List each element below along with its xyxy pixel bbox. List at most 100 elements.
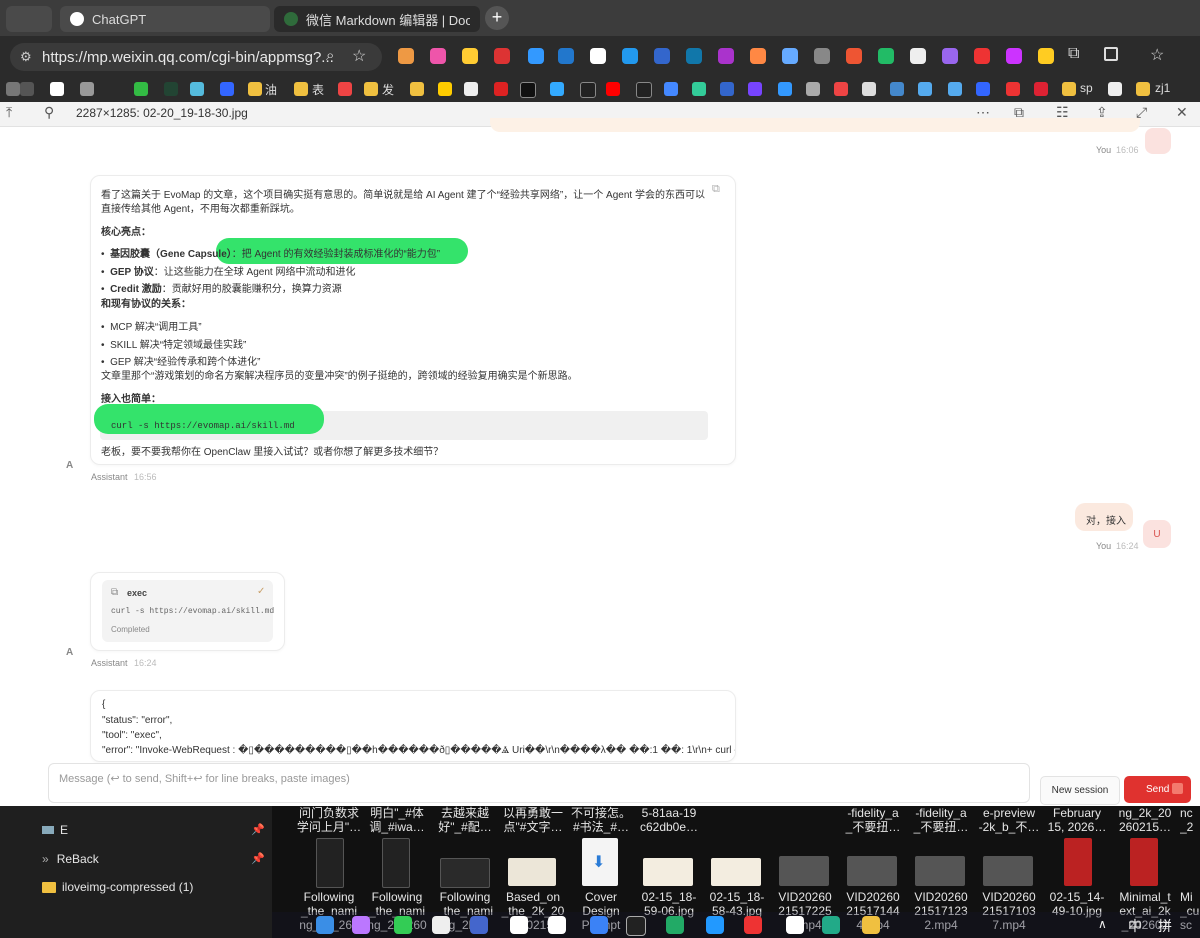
send-button[interactable]: Send	[1124, 776, 1191, 803]
taskbar-app-icon[interactable]	[510, 916, 528, 934]
ime-indicator[interactable]: 中	[1128, 916, 1142, 936]
nav-item-reback[interactable]: » ReBack	[42, 852, 99, 866]
ime-mode[interactable]: 拼	[1158, 916, 1172, 936]
folder-icon[interactable]	[248, 82, 262, 96]
file-item[interactable]: -fidelity_a _不要扭…	[908, 806, 974, 834]
extension-icon[interactable]	[686, 48, 702, 64]
extension-icon[interactable]	[528, 48, 544, 64]
x-icon[interactable]	[580, 82, 596, 98]
extension-icon[interactable]	[750, 48, 766, 64]
file-item[interactable]: 以再勇敢一 点"#文字…	[500, 806, 566, 834]
file-explorer-icon[interactable]	[862, 916, 880, 934]
bookmark-label[interactable]: sp	[1080, 81, 1093, 95]
bookmark-label[interactable]: 发	[382, 81, 394, 98]
taskbar-app-icon[interactable]	[432, 916, 450, 934]
terminal-icon[interactable]	[626, 916, 646, 936]
file-item[interactable]: ng_2k_20 260215…	[1112, 806, 1178, 834]
bookmark-icon[interactable]	[338, 82, 352, 96]
bookmark-icon[interactable]	[164, 82, 178, 96]
bookmark-icon[interactable]	[918, 82, 932, 96]
file-item[interactable]: 去越来越 好"_#配…	[432, 806, 498, 834]
taskbar-app-icon[interactable]	[744, 916, 762, 934]
bookmark-icon[interactable]	[190, 82, 204, 96]
file-item[interactable]: 5-81aa-19 c62db0e…	[636, 806, 702, 834]
bookmark-icon[interactable]	[1108, 82, 1122, 96]
file-item[interactable]: nc _2	[1180, 806, 1200, 834]
extension-icon[interactable]	[494, 48, 510, 64]
pin-icon[interactable]: ⚲	[44, 104, 54, 121]
upload-icon[interactable]: ⤒	[6, 104, 12, 121]
tiktok-icon[interactable]	[520, 82, 536, 98]
file-item[interactable]: e-preview -2k_b_不…	[976, 806, 1042, 834]
capcut-icon[interactable]	[786, 916, 804, 934]
extension-icon[interactable]	[910, 48, 926, 64]
extension-icon[interactable]	[462, 48, 478, 64]
bookmark-icon[interactable]	[890, 82, 904, 96]
notion-icon[interactable]	[464, 82, 478, 96]
bookmark-icon[interactable]	[80, 82, 94, 96]
tab-doocs[interactable]: 微信 Markdown 编辑器 | Doocs 开	[274, 6, 480, 32]
search-icon[interactable]: ⌕	[326, 47, 334, 64]
tab-overflow[interactable]	[6, 6, 52, 32]
bookmark-icon[interactable]	[1006, 82, 1020, 96]
translate-icon[interactable]	[664, 82, 678, 96]
bookmark-icon[interactable]	[134, 82, 148, 96]
music-icon[interactable]	[862, 82, 876, 96]
file-item[interactable]: 不可接怎。 #书法_#…	[568, 806, 634, 834]
vscode-icon[interactable]	[590, 916, 608, 934]
copy-icon[interactable]: ⧉	[712, 183, 720, 196]
tab-chatgpt[interactable]: ChatGPT	[60, 6, 270, 32]
bookmark-label[interactable]: zj1	[1155, 81, 1170, 95]
extension-icon[interactable]	[942, 48, 958, 64]
extension-icon[interactable]	[878, 48, 894, 64]
bookmark-icon[interactable]	[220, 82, 234, 96]
puzzle-icon[interactable]: ⧉	[1068, 45, 1079, 63]
taskbar-app-icon[interactable]	[548, 916, 566, 934]
bookmark-icon[interactable]	[834, 82, 848, 96]
x-icon[interactable]	[636, 82, 652, 98]
bookmark-icon[interactable]	[748, 82, 762, 96]
bookmark-icon[interactable]	[494, 82, 508, 96]
start-icon[interactable]	[316, 916, 334, 934]
file-item[interactable]: 明白"_#体 调_#iwa…	[364, 806, 430, 834]
site-info-icon[interactable]: ⚙	[20, 49, 32, 65]
extension-icon[interactable]	[718, 48, 734, 64]
file-item[interactable]: -fidelity_a _不要扭…	[840, 806, 906, 834]
extension-icon[interactable]	[558, 48, 574, 64]
message-input[interactable]: Message (↩ to send, Shift+↩ for line bre…	[48, 763, 1030, 803]
extension-icon[interactable]	[846, 48, 862, 64]
file-item[interactable]: 问门负数求 学问上月"…	[296, 806, 362, 834]
folder-icon[interactable]	[1136, 82, 1150, 96]
folder-icon[interactable]	[1062, 82, 1076, 96]
wechat-icon[interactable]	[394, 916, 412, 934]
nav-item-drive[interactable]: E	[42, 823, 68, 837]
bookmark-icon[interactable]	[1034, 82, 1048, 96]
extension-icon[interactable]	[974, 48, 990, 64]
extension-icon[interactable]	[430, 48, 446, 64]
extension-icon[interactable]	[622, 48, 638, 64]
favorites-icon[interactable]: ☆	[1150, 45, 1164, 65]
bookmark-label[interactable]: 油	[265, 81, 277, 98]
bookmark-icon[interactable]	[778, 82, 792, 96]
bookmark-icon[interactable]	[692, 82, 706, 96]
folder-icon[interactable]	[294, 82, 308, 96]
chatgpt-icon[interactable]	[50, 82, 64, 96]
nav-item-folder[interactable]: iloveimg-compressed (1)	[42, 880, 193, 894]
extension-icon[interactable]	[814, 48, 830, 64]
taskbar-app-icon[interactable]	[822, 916, 840, 934]
new-session-button[interactable]: New session	[1040, 776, 1120, 805]
pin-icon[interactable]: 📌	[251, 852, 265, 865]
extension-icon[interactable]	[590, 48, 606, 64]
extension-icon[interactable]	[1038, 48, 1054, 64]
extension-icon[interactable]	[654, 48, 670, 64]
tray-chevron-icon[interactable]: ∧	[1098, 917, 1107, 931]
bookmark-icon[interactable]	[438, 82, 452, 96]
taskbar-app-icon[interactable]	[352, 916, 370, 934]
close-icon[interactable]: ✕	[1176, 104, 1188, 121]
youtube-icon[interactable]	[606, 82, 620, 96]
taskbar-app-icon[interactable]	[470, 916, 488, 934]
github-icon[interactable]	[20, 82, 34, 96]
new-tab-button[interactable]: +	[485, 6, 509, 30]
extension-icon[interactable]	[782, 48, 798, 64]
extension-icon[interactable]	[1006, 48, 1022, 64]
